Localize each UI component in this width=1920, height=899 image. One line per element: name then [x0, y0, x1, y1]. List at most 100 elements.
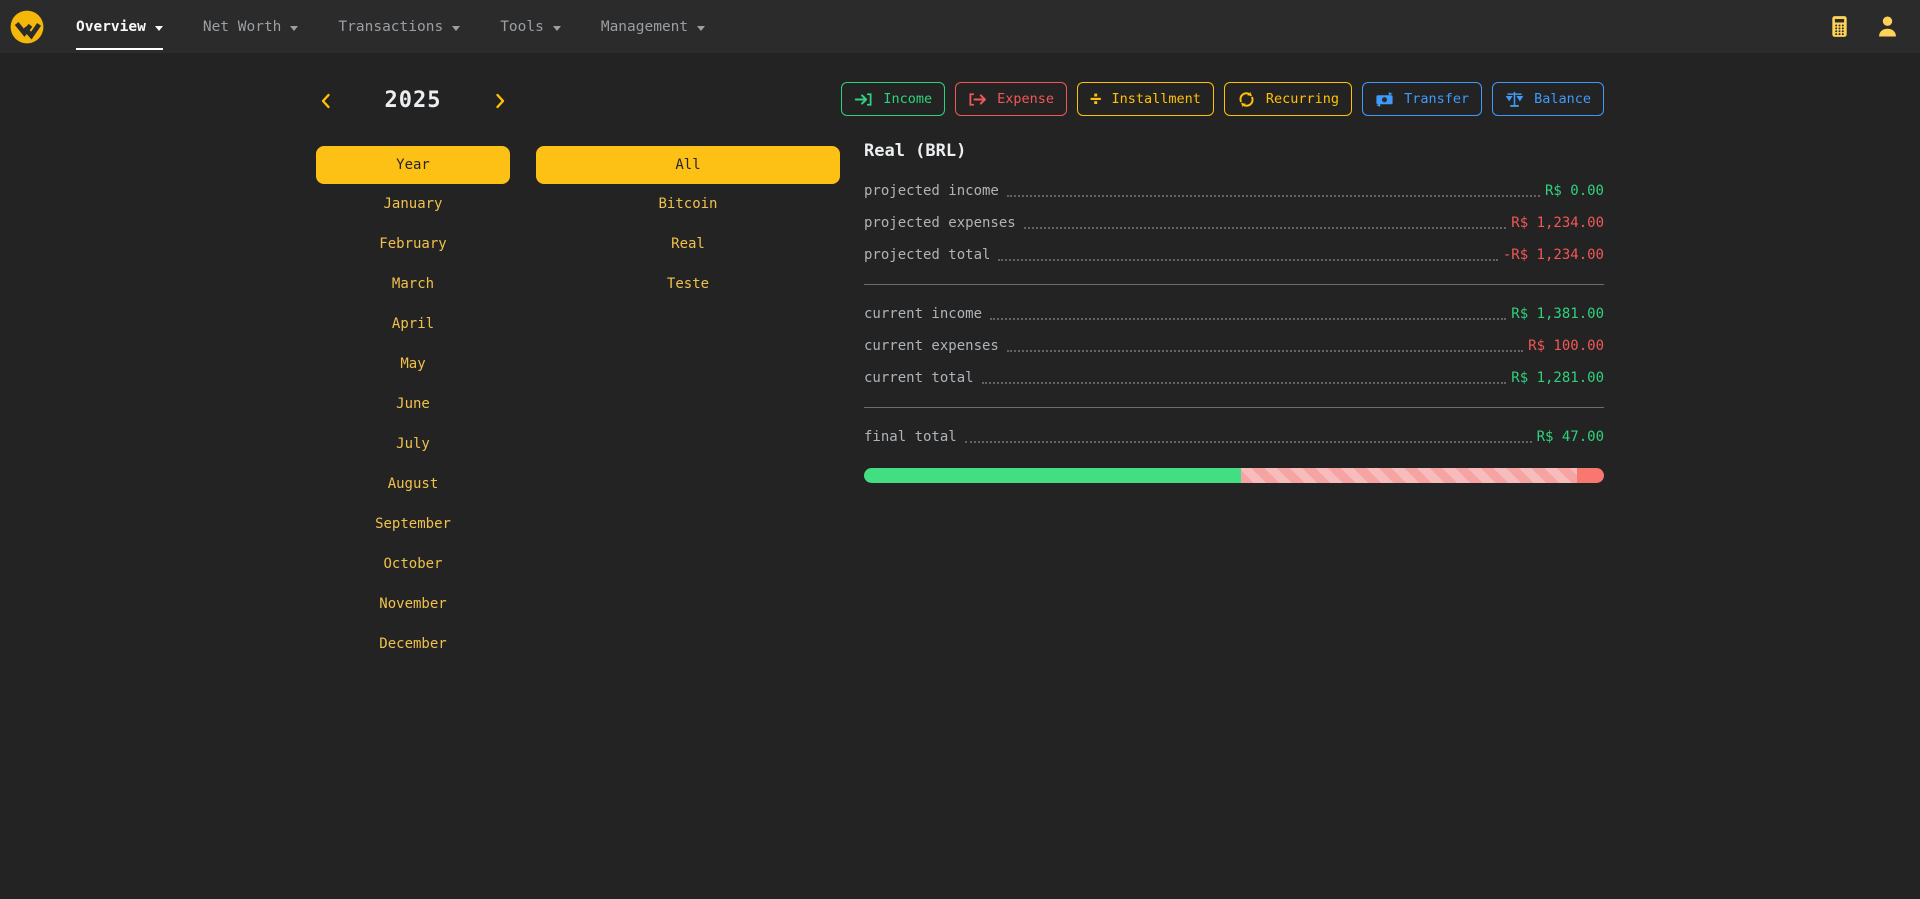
filter-label: Installment: [1112, 91, 1201, 107]
filter-label: Transfer: [1404, 91, 1469, 107]
year-button[interactable]: Year: [316, 146, 510, 184]
chevron-right-icon: [490, 91, 510, 111]
month-item-october[interactable]: October: [316, 544, 510, 584]
account-selector-spacer: [536, 82, 840, 119]
top-navbar: Overview Net Worth Transactions Tools Ma…: [0, 0, 1920, 53]
chevron-down-icon: [452, 26, 460, 31]
row-value: R$ 47.00: [1537, 429, 1604, 445]
dotted-leader: [965, 432, 1532, 443]
nav-item-net-worth[interactable]: Net Worth: [203, 0, 299, 53]
nav-item-label: Net Worth: [203, 19, 282, 35]
filter-label: Expense: [997, 91, 1054, 107]
month-item-april[interactable]: April: [316, 304, 510, 344]
summary-row: projected total -R$ 1,234.00: [864, 239, 1604, 271]
account-item-teste[interactable]: Teste: [536, 264, 840, 304]
calculator-icon[interactable]: [1828, 15, 1851, 38]
month-item-august[interactable]: August: [316, 464, 510, 504]
projected-rows: projected income R$ 0.00 projected expen…: [864, 175, 1604, 271]
transfer-filter-button[interactable]: Transfer: [1362, 82, 1482, 116]
chevron-left-icon: [316, 91, 336, 111]
nav-item-label: Overview: [76, 19, 146, 35]
section-divider: [864, 407, 1604, 408]
summary-row: projected expenses R$ 1,234.00: [864, 207, 1604, 239]
section-divider: [864, 284, 1604, 285]
filter-label: Recurring: [1266, 91, 1339, 107]
row-value: R$ 1,381.00: [1511, 306, 1604, 322]
account-item-real[interactable]: Real: [536, 224, 840, 264]
row-value: R$ 100.00: [1528, 338, 1604, 354]
month-item-july[interactable]: July: [316, 424, 510, 464]
filter-label: Balance: [1534, 91, 1591, 107]
transaction-type-filters: Income Expense ÷ Installment: [864, 82, 1604, 116]
final-total-row: final total R$ 47.00: [864, 421, 1604, 453]
app-logo-icon[interactable]: [8, 8, 46, 46]
box-arrow-in-icon: [854, 90, 873, 109]
progress-segment-projected-expenses: [1241, 468, 1577, 483]
nav-item-label: Transactions: [338, 19, 443, 35]
user-icon[interactable]: [1875, 14, 1900, 39]
division-icon: ÷: [1090, 90, 1101, 109]
chevron-down-icon: [553, 26, 561, 31]
dotted-leader: [982, 373, 1507, 384]
nav-item-tools[interactable]: Tools: [500, 0, 561, 53]
progress-segment-expenses: [1577, 468, 1604, 483]
row-label: current income: [864, 306, 982, 322]
summary-row: projected income R$ 0.00: [864, 175, 1604, 207]
month-item-january[interactable]: January: [316, 184, 510, 224]
repeat-icon: [1237, 90, 1256, 109]
dotted-leader: [990, 309, 1506, 320]
installment-filter-button[interactable]: ÷ Installment: [1077, 82, 1214, 116]
chevron-down-icon: [290, 26, 298, 31]
chevron-down-icon: [155, 26, 163, 31]
current-rows: current income R$ 1,381.00 current expen…: [864, 298, 1604, 394]
next-year-button[interactable]: [490, 91, 510, 111]
month-item-may[interactable]: May: [316, 344, 510, 384]
nav-item-management[interactable]: Management: [601, 0, 705, 53]
row-value: -R$ 1,234.00: [1503, 247, 1604, 263]
month-list: January February March April May June Ju…: [316, 184, 510, 664]
main-nav: Overview Net Worth Transactions Tools Ma…: [76, 0, 705, 53]
row-label: current total: [864, 370, 974, 386]
filter-label: Income: [883, 91, 932, 107]
month-item-november[interactable]: November: [316, 584, 510, 624]
row-value: R$ 1,234.00: [1511, 215, 1604, 231]
expense-filter-button[interactable]: Expense: [955, 82, 1067, 116]
dotted-leader: [1007, 186, 1540, 197]
year-navigation: 2025: [316, 82, 510, 119]
month-item-december[interactable]: December: [316, 624, 510, 664]
dotted-leader: [1007, 341, 1523, 352]
progress-segment-income: [864, 468, 1241, 483]
dotted-leader: [1024, 218, 1507, 229]
recurring-filter-button[interactable]: Recurring: [1224, 82, 1352, 116]
row-value: R$ 1,281.00: [1511, 370, 1604, 386]
summary-row: current total R$ 1,281.00: [864, 362, 1604, 394]
balance-filter-button[interactable]: Balance: [1492, 82, 1604, 116]
summary-title: Real (BRL): [864, 141, 1604, 161]
row-label: current expenses: [864, 338, 999, 354]
chevron-down-icon: [697, 26, 705, 31]
income-filter-button[interactable]: Income: [841, 82, 945, 116]
nav-item-transactions[interactable]: Transactions: [338, 0, 460, 53]
summary-panel: Income Expense ÷ Installment: [864, 82, 1604, 483]
row-label: projected total: [864, 247, 990, 263]
main-content: 2025 Year January February March April M…: [0, 53, 1920, 664]
account-item-bitcoin[interactable]: Bitcoin: [536, 184, 840, 224]
row-value: R$ 0.00: [1545, 183, 1604, 199]
cash-transfer-icon: [1375, 90, 1394, 109]
month-item-february[interactable]: February: [316, 224, 510, 264]
all-accounts-button[interactable]: All: [536, 146, 840, 184]
income-expense-progress-bar: [864, 468, 1604, 483]
prev-year-button[interactable]: [316, 91, 336, 111]
year-label: 2025: [385, 88, 442, 113]
box-arrow-out-icon: [968, 90, 987, 109]
nav-item-overview[interactable]: Overview: [76, 0, 163, 53]
row-label: final total: [864, 429, 957, 445]
period-selector: 2025 Year January February March April M…: [316, 82, 510, 664]
dotted-leader: [998, 250, 1497, 261]
month-item-september[interactable]: September: [316, 504, 510, 544]
month-item-june[interactable]: June: [316, 384, 510, 424]
nav-item-label: Tools: [500, 19, 544, 35]
account-selector: All Bitcoin Real Teste: [536, 82, 840, 304]
month-item-march[interactable]: March: [316, 264, 510, 304]
account-list: Bitcoin Real Teste: [536, 184, 840, 304]
